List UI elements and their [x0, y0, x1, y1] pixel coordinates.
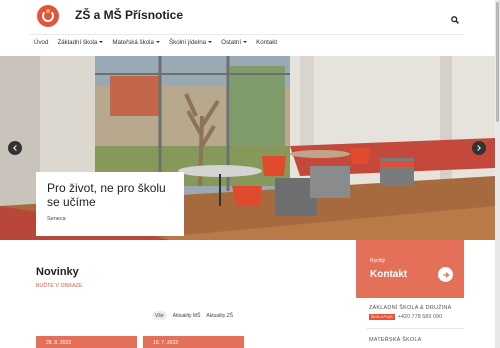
news-card-date: 19. 7. 2023	[153, 340, 179, 346]
contact-title: Kontakt	[370, 269, 408, 280]
page-scrollbar[interactable]	[495, 0, 500, 348]
school-phone[interactable]: +420 778 589 090	[398, 314, 443, 320]
school-logo-icon[interactable]	[37, 5, 59, 27]
hero-quote: Pro život, ne pro školu se učíme	[47, 181, 166, 209]
news-card[interactable]: 19. 7. 2023	[143, 336, 244, 348]
filter-ms-news[interactable]: Aktuality MŠ	[173, 313, 201, 319]
kindergarten-name: MATEŘSKÁ ŠKOLA	[369, 337, 422, 343]
header-divider	[30, 34, 464, 35]
filter-all[interactable]: Vše	[152, 311, 167, 320]
nav-item-zakladni-skola[interactable]: Základní škola	[57, 39, 104, 46]
filter-zs-news[interactable]: Aktuality ZŠ	[206, 313, 233, 319]
hero-author: Seneca	[47, 216, 66, 222]
chevron-right-icon[interactable]	[472, 141, 486, 155]
hero-caption: Pro život, ne pro školu se učíme Seneca	[36, 172, 184, 236]
news-subheading: BUĎTE V OBRAZE	[36, 283, 83, 289]
arrow-right-icon[interactable]	[438, 267, 453, 282]
nav-item-kontakt[interactable]: Kontakt	[256, 39, 277, 46]
caret-down-icon	[155, 41, 160, 44]
search-icon[interactable]	[449, 13, 461, 25]
news-card-date: 28. 8. 2023	[46, 340, 72, 346]
news-card[interactable]: 28. 8. 2023	[36, 336, 137, 348]
school-contact: ZÁKLADNÍ ŠKOLA & DRUŽINA ŠKOLA PLUS +420…	[369, 305, 451, 320]
main-nav: Úvod Základní škola Mateřská škola Školn…	[34, 39, 286, 46]
quick-contact-button[interactable]: Rychlý Kontakt	[356, 240, 464, 298]
caret-down-icon	[243, 41, 248, 44]
nav-item-skolni-jidelna[interactable]: Školní jídelna	[169, 39, 213, 46]
news-filters: Vše Aktuality MŠ Aktuality ZŠ	[152, 311, 233, 320]
caret-down-icon	[208, 41, 213, 44]
scrollbar-thumb[interactable]	[496, 2, 499, 122]
nav-item-materska-skola[interactable]: Mateřská škola	[112, 39, 160, 46]
school-name: ZÁKLADNÍ ŠKOLA & DRUŽINA	[369, 305, 452, 311]
sidebar-divider	[366, 328, 464, 329]
nav-item-uvod[interactable]: Úvod	[34, 39, 48, 46]
caret-down-icon	[99, 41, 104, 44]
hero-slider[interactable]: Pro život, ne pro školu se učíme Seneca	[0, 56, 495, 240]
school-badge: ŠKOLA PLUS	[369, 314, 395, 320]
nav-item-ostatni[interactable]: Ostatní	[221, 39, 248, 46]
site-header: ZŠ a MŠ Přísnotice Úvod Základní škola M…	[0, 0, 495, 56]
chevron-left-icon[interactable]	[8, 141, 22, 155]
contact-kicker: Rychlý	[370, 258, 386, 264]
page: ZŠ a MŠ Přísnotice Úvod Základní škola M…	[0, 0, 495, 348]
news-heading: Novinky	[36, 266, 79, 278]
site-title[interactable]: ZŠ a MŠ Přísnotice	[75, 8, 183, 22]
